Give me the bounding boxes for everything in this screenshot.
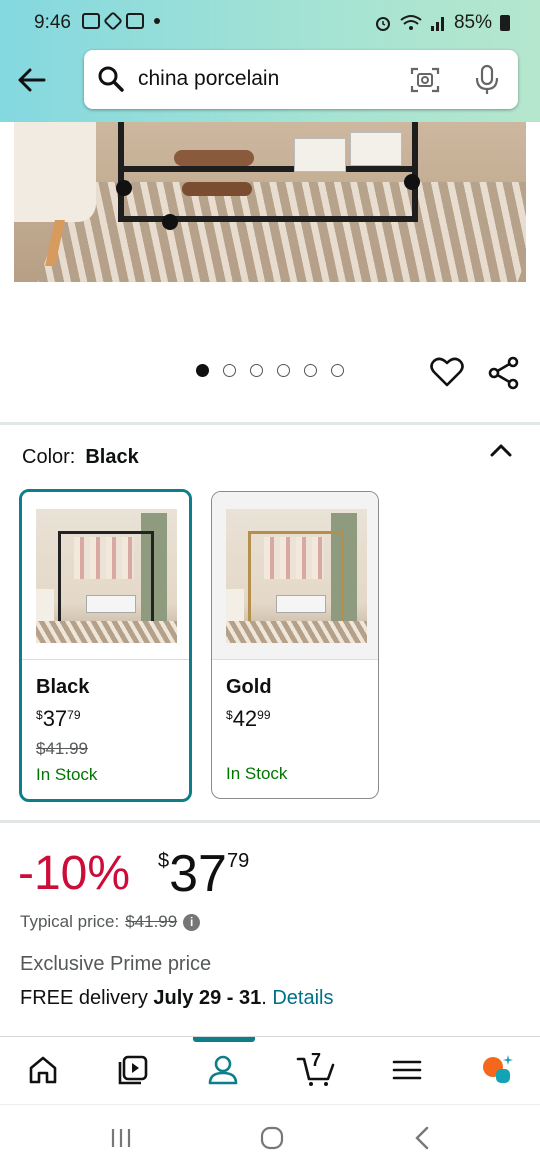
tag-icon	[103, 11, 123, 31]
swatch-list-price: $41.99	[36, 739, 88, 758]
status-bar: 9:46 85%	[0, 0, 540, 46]
top-header: 9:46 85% china porcelain	[0, 0, 540, 122]
more-notifications-icon	[154, 18, 160, 24]
currency-symbol: $	[158, 850, 170, 872]
video-icon[interactable]	[116, 1053, 150, 1087]
rack-shelf	[118, 166, 418, 172]
currency-symbol: $	[36, 708, 43, 722]
swatch-stock: In Stock	[226, 764, 288, 783]
discount-percent: -10%	[18, 847, 131, 900]
system-navigation	[0, 1104, 540, 1170]
wifi-icon	[400, 15, 422, 30]
account-icon[interactable]	[206, 1053, 240, 1087]
share-icon[interactable]	[488, 356, 520, 390]
swatch-thumbnail	[36, 509, 177, 643]
swatch-thumbnail	[226, 509, 367, 643]
carousel-dot[interactable]	[223, 364, 236, 377]
typical-price: Typical price: $41.99 i	[20, 912, 201, 932]
system-icons: 85%	[374, 12, 510, 34]
rug	[226, 621, 367, 643]
swatch-image-area	[212, 492, 378, 660]
price-whole: 42	[232, 706, 258, 731]
clothes	[74, 537, 134, 579]
alarm-icon	[375, 17, 390, 31]
active-tab-indicator	[193, 1037, 255, 1042]
wishlist-heart-icon[interactable]	[430, 356, 464, 388]
search-icon	[98, 66, 124, 92]
section-divider	[0, 422, 540, 425]
prime-price-label: Exclusive Prime price	[20, 953, 212, 975]
details-link[interactable]: Details	[272, 987, 333, 1009]
selected-color: Black	[85, 446, 139, 468]
storage-box	[276, 595, 326, 613]
image-icon	[126, 13, 144, 29]
camera-search-icon[interactable]	[410, 66, 440, 94]
typical-price-value: $41.99	[125, 912, 178, 931]
wheel	[116, 180, 132, 196]
home-button-icon[interactable]	[259, 1125, 285, 1151]
price-cents: 99	[257, 708, 271, 722]
search-bar[interactable]: china porcelain	[84, 50, 518, 109]
sofa	[226, 589, 244, 625]
swatch-name: Gold	[226, 676, 272, 698]
delivery-dates: July 29 - 31	[153, 987, 262, 1009]
storage-box	[350, 132, 402, 166]
chevron-up-icon[interactable]	[488, 440, 514, 460]
swatch-stock: In Stock	[36, 765, 98, 784]
battery-percent: 85%	[453, 12, 492, 33]
price-cents: 79	[67, 708, 81, 722]
cart-count: 7	[311, 1050, 322, 1070]
wheel	[162, 214, 178, 230]
color-label-text: Color:	[22, 446, 76, 468]
price-whole: 37	[42, 706, 68, 731]
price-cents: 79	[226, 850, 250, 872]
rufus-assistant-icon[interactable]	[480, 1053, 514, 1087]
section-divider	[0, 820, 540, 823]
microphone-icon[interactable]	[472, 64, 502, 96]
carousel-dot[interactable]	[331, 364, 344, 377]
wheel	[404, 174, 420, 190]
swatch-image-area	[22, 492, 189, 660]
menu-icon[interactable]	[390, 1053, 424, 1087]
voicemail-icon	[82, 13, 100, 29]
currency-symbol: $	[226, 708, 233, 722]
recent-apps-icon[interactable]	[108, 1125, 134, 1151]
carousel-dot[interactable]	[250, 364, 263, 377]
storage-box	[294, 138, 346, 172]
carousel-indicator[interactable]	[196, 364, 344, 377]
delivery-info: FREE delivery July 29 - 31. Details	[20, 987, 333, 1010]
product-image[interactable]	[14, 122, 526, 282]
rug	[36, 621, 177, 643]
storage-box	[86, 595, 136, 613]
system-back-icon[interactable]	[410, 1125, 436, 1151]
swatch-price: $3779	[36, 706, 81, 732]
bottom-navigation	[0, 1036, 540, 1104]
battery-icon	[500, 15, 510, 31]
carousel-dot[interactable]	[277, 364, 290, 377]
status-time: 9:46	[34, 12, 71, 33]
notification-icons	[82, 11, 160, 31]
swatch-name: Black	[36, 676, 90, 698]
color-option-gold[interactable]: Gold $4299 In Stock	[211, 491, 379, 799]
signal-icon	[430, 17, 444, 31]
back-arrow-icon[interactable]	[14, 62, 50, 98]
search-input[interactable]: china porcelain	[138, 67, 279, 91]
home-icon[interactable]	[26, 1053, 60, 1087]
swatch-price: $4299	[226, 706, 271, 732]
price-whole: 37	[169, 845, 227, 903]
sofa	[36, 589, 54, 625]
chair	[14, 122, 96, 222]
delivery-prefix: FREE delivery	[20, 987, 148, 1009]
typical-price-label: Typical price:	[20, 912, 120, 931]
current-price: $3779	[158, 844, 249, 904]
carousel-dot[interactable]	[196, 364, 209, 377]
carousel-dot[interactable]	[304, 364, 317, 377]
shoes	[182, 182, 252, 196]
shoes	[174, 150, 254, 166]
info-icon[interactable]: i	[183, 913, 201, 931]
color-label: Color: Black	[22, 446, 139, 469]
clothes	[264, 537, 324, 579]
delivery-suffix: .	[261, 987, 267, 1009]
color-option-black[interactable]: Black $3779 $41.99 In Stock	[19, 489, 192, 802]
